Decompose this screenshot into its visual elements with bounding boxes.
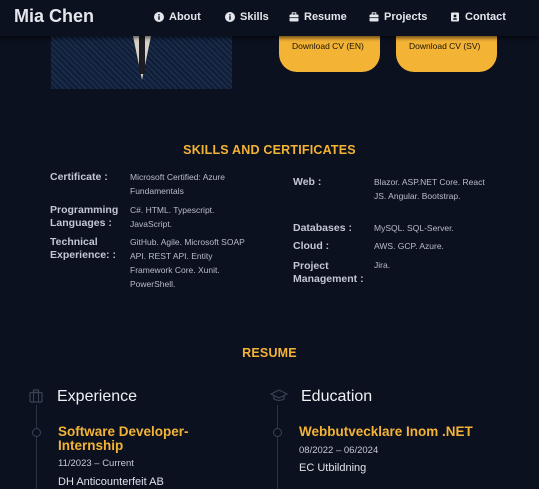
experience-heading: Experience (57, 388, 138, 405)
download-cv-sv-button[interactable]: Download CV (SV) (396, 36, 497, 72)
skill-value-databases: MySQL. SQL-Server. (374, 223, 454, 233)
education-timeline-dot (273, 428, 282, 437)
nav-projects-label: Projects (384, 11, 428, 23)
skill-value-programming: C#. HTML. Typescript. JavaScript. (130, 205, 215, 229)
experience-item-date: 11/2023 – Current (58, 458, 134, 469)
contact-card-icon (451, 12, 459, 22)
skill-value-technical: GitHub. Agile. Microsoft SOAP API. REST … (130, 237, 245, 289)
briefcase-icon (29, 389, 43, 403)
experience-timeline (36, 405, 37, 489)
download-cv-en-button[interactable]: Download CV (EN) (279, 36, 380, 72)
skills-section-title: SKILLS AND CERTIFICATES (183, 143, 356, 157)
skill-label-technical: Technical Experience: : (50, 236, 116, 261)
skill-label-programming: Programming Languages : (50, 204, 119, 229)
skill-label-cloud: Cloud : (293, 240, 330, 252)
brand-name[interactable]: Mia Chen (14, 6, 94, 27)
nav-resume[interactable]: Resume (289, 10, 347, 24)
experience-item-place: DH Anticounterfeit AB (58, 476, 164, 488)
skill-label-project-management: Project Management : (293, 260, 364, 285)
nav-skills-label: Skills (240, 11, 269, 23)
nav-projects[interactable]: Projects (369, 10, 427, 24)
skill-value-project-management: Jira. (374, 260, 391, 270)
nav-about-label: About (169, 11, 201, 23)
skill-label-certificate: Certificate : (50, 171, 108, 183)
education-item-place: EC Utbildning (299, 462, 367, 474)
education-item-title: Webbutvecklare Inom .NET (299, 424, 473, 439)
nav-resume-label: Resume (304, 11, 347, 23)
skill-value-cloud: AWS. GCP. Azure. (374, 241, 444, 251)
skill-label-web: Web : (293, 176, 322, 188)
photo-tie (139, 36, 145, 74)
skill-value-certificate: Microsoft Certified: Azure Fundamentals (130, 172, 225, 196)
experience-timeline-dot (32, 428, 41, 437)
nav-contact[interactable]: Contact (450, 10, 506, 24)
profile-photo (51, 36, 232, 89)
nav-skills[interactable]: Skills (225, 10, 269, 24)
briefcase-icon (369, 12, 379, 22)
experience-item-title: Software Developer- Internship (58, 424, 189, 453)
skill-value-web: Blazor. ASP.NET Core. React JS. Angular.… (374, 177, 485, 201)
resume-section-title: RESUME (242, 346, 297, 360)
education-item-date: 08/2022 – 06/2024 (299, 445, 379, 456)
skill-label-databases: Databases : (293, 222, 352, 234)
nav-contact-label: Contact (465, 11, 506, 23)
info-circle-icon (154, 12, 164, 22)
briefcase-icon (289, 12, 299, 22)
navbar: Mia Chen About Skills Resume Projects Co… (0, 0, 539, 36)
nav-about[interactable]: About (154, 10, 201, 24)
info-circle-icon (225, 12, 235, 22)
education-timeline (277, 405, 278, 489)
education-heading: Education (301, 388, 373, 405)
graduation-cap-icon (270, 389, 288, 402)
